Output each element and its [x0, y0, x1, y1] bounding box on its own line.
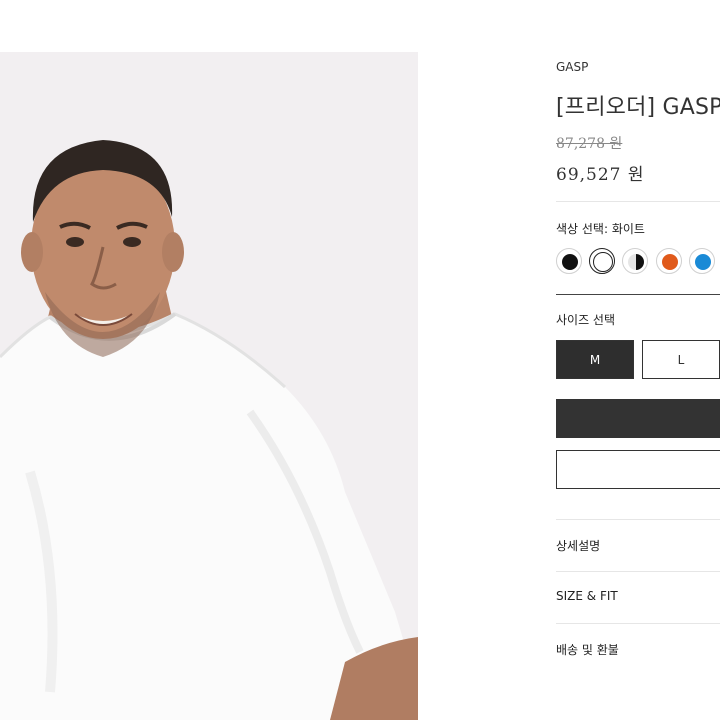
color-selector-label: 색상 선택: 화이트 [556, 222, 645, 236]
swatch-white[interactable] [589, 248, 615, 274]
product-image[interactable] [0, 52, 418, 720]
add-to-cart-button[interactable] [556, 450, 720, 489]
accordion-shipping[interactable]: 배송 및 환불 [556, 641, 619, 658]
original-price: 87,278 원 [556, 136, 623, 152]
swatch-orange-dot [662, 254, 678, 270]
model-photo-illustration [0, 52, 418, 720]
size-option-m-label: M [589, 352, 601, 367]
size-option-l-label: L [677, 352, 685, 367]
buy-now-button[interactable] [556, 399, 720, 438]
size-option-l[interactable]: L [642, 340, 720, 379]
size-selector-label: 사이즈 선택 [556, 313, 616, 327]
swatch-orange[interactable] [656, 248, 682, 274]
accordion-details[interactable]: 상세설명 [556, 537, 600, 554]
product-title: [프리오더] GASP 오 [556, 95, 720, 120]
swatch-blue[interactable] [689, 248, 715, 274]
swatch-black-dot [562, 254, 578, 270]
sale-price: 69,527 원 [556, 165, 645, 185]
divider [556, 519, 720, 520]
product-info-panel: GASP [프리오더] GASP 오 87,278 원 69,527 원 색상 … [556, 0, 720, 720]
divider [556, 201, 720, 202]
size-option-m[interactable]: M [556, 340, 634, 379]
swatch-black[interactable] [556, 248, 582, 274]
swatch-black-white[interactable] [622, 248, 648, 274]
brand-name[interactable]: GASP [556, 60, 588, 74]
product-page: GASP [프리오더] GASP 오 87,278 원 69,527 원 색상 … [0, 0, 720, 720]
divider [556, 623, 720, 624]
divider [556, 571, 720, 572]
swatch-white-dot [593, 252, 613, 272]
swatch-black-white-dot [628, 254, 644, 270]
swatch-blue-dot [695, 254, 711, 270]
divider-dark [556, 294, 720, 295]
accordion-size-fit[interactable]: SIZE & FIT [556, 589, 618, 603]
